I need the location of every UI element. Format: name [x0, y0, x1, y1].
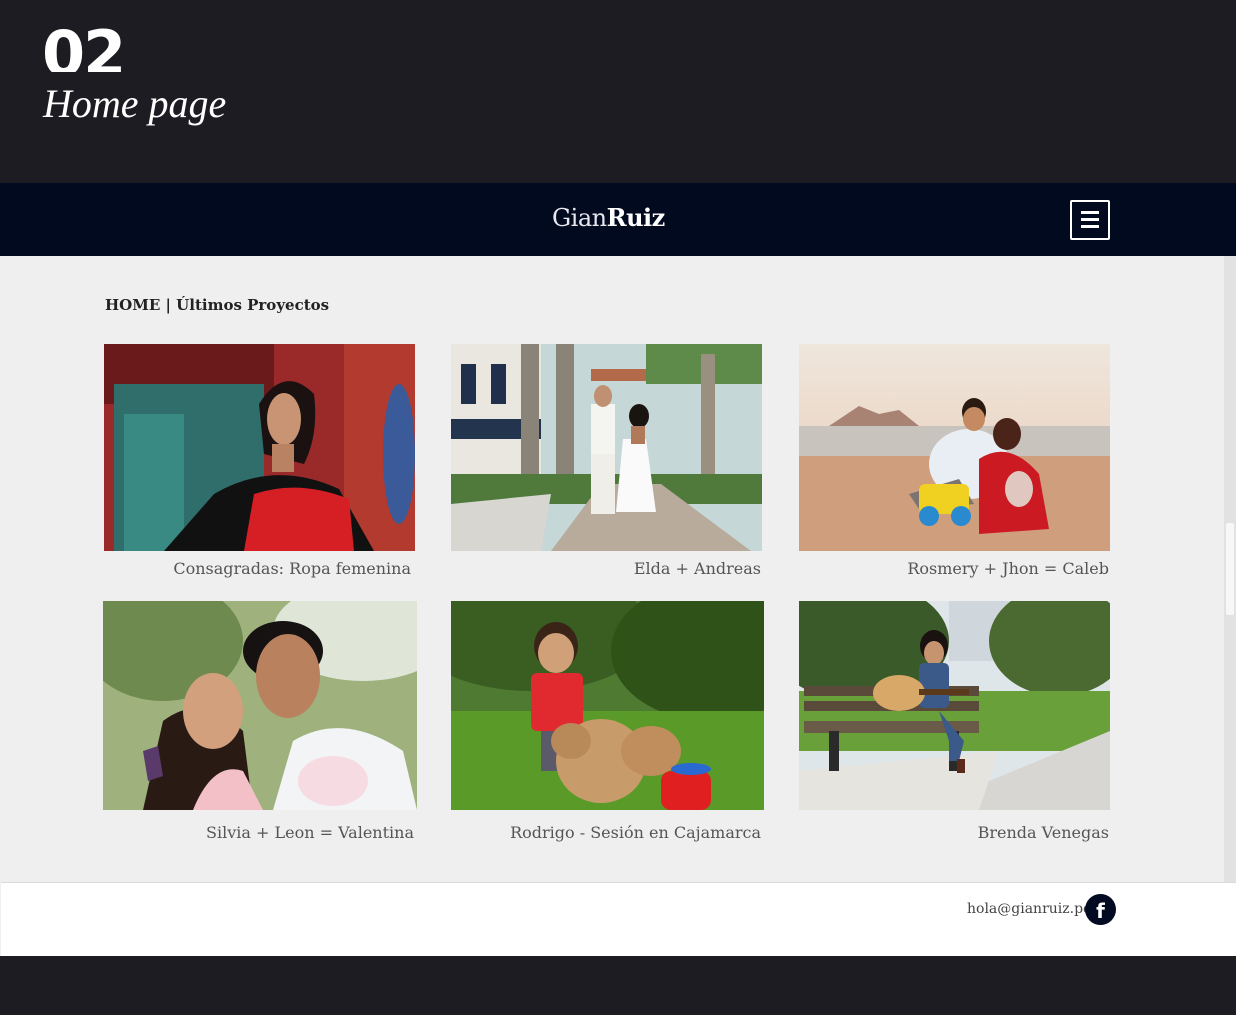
site-footer: hola@gianruiz.pe f [1, 882, 1236, 957]
top-navbar: GianRuiz [0, 183, 1236, 256]
bottom-background [0, 956, 1236, 1015]
project-caption[interactable]: Consagradas: Ropa femenina [173, 559, 411, 578]
project-caption[interactable]: Elda + Andreas [634, 559, 761, 578]
project-photo[interactable] [103, 601, 417, 810]
site-logo[interactable]: GianRuiz [552, 203, 665, 232]
project-photo[interactable] [451, 601, 764, 810]
vertical-scrollbar[interactable] [1224, 256, 1236, 882]
project-caption[interactable]: Brenda Venegas [978, 823, 1109, 842]
hamburger-menu-icon[interactable] [1070, 200, 1110, 240]
project-caption[interactable]: Silvia + Leon = Valentina [206, 823, 414, 842]
project-photo[interactable] [799, 601, 1110, 810]
menu-bar [1081, 211, 1099, 214]
project-card[interactable]: Rodrigo - Sesión en Cajamarca [451, 601, 764, 846]
breadcrumb[interactable]: HOME | Últimos Proyectos [105, 296, 329, 314]
menu-bar [1081, 225, 1099, 228]
project-photo[interactable] [451, 344, 762, 551]
project-photo[interactable] [104, 344, 415, 551]
main-content: HOME | Últimos Proyectos Consagradas: Ro… [1, 256, 1223, 882]
project-caption[interactable]: Rosmery + Jhon = Caleb [907, 559, 1109, 578]
menu-bar [1081, 218, 1099, 221]
project-caption[interactable]: Rodrigo - Sesión en Cajamarca [510, 823, 761, 842]
project-card[interactable]: Elda + Andreas [451, 344, 762, 584]
project-card[interactable]: Consagradas: Ropa femenina [104, 344, 415, 584]
contact-email-link[interactable]: hola@gianruiz.pe [967, 901, 1091, 917]
slide-title: Home page [43, 81, 227, 126]
facebook-icon[interactable]: f [1085, 894, 1116, 925]
website-mockup: GianRuiz HOME | Últimos Proyectos Consag… [0, 183, 1236, 957]
project-card[interactable]: Rosmery + Jhon = Caleb [799, 344, 1110, 584]
project-card[interactable]: Brenda Venegas [799, 601, 1110, 846]
project-card[interactable]: Silvia + Leon = Valentina [103, 601, 417, 846]
slide-number: 02 [42, 17, 126, 72]
scrollbar-thumb[interactable] [1226, 523, 1234, 615]
logo-first-name: Gian [552, 204, 607, 232]
project-photo[interactable] [799, 344, 1110, 551]
logo-last-name: Ruiz [606, 203, 666, 232]
